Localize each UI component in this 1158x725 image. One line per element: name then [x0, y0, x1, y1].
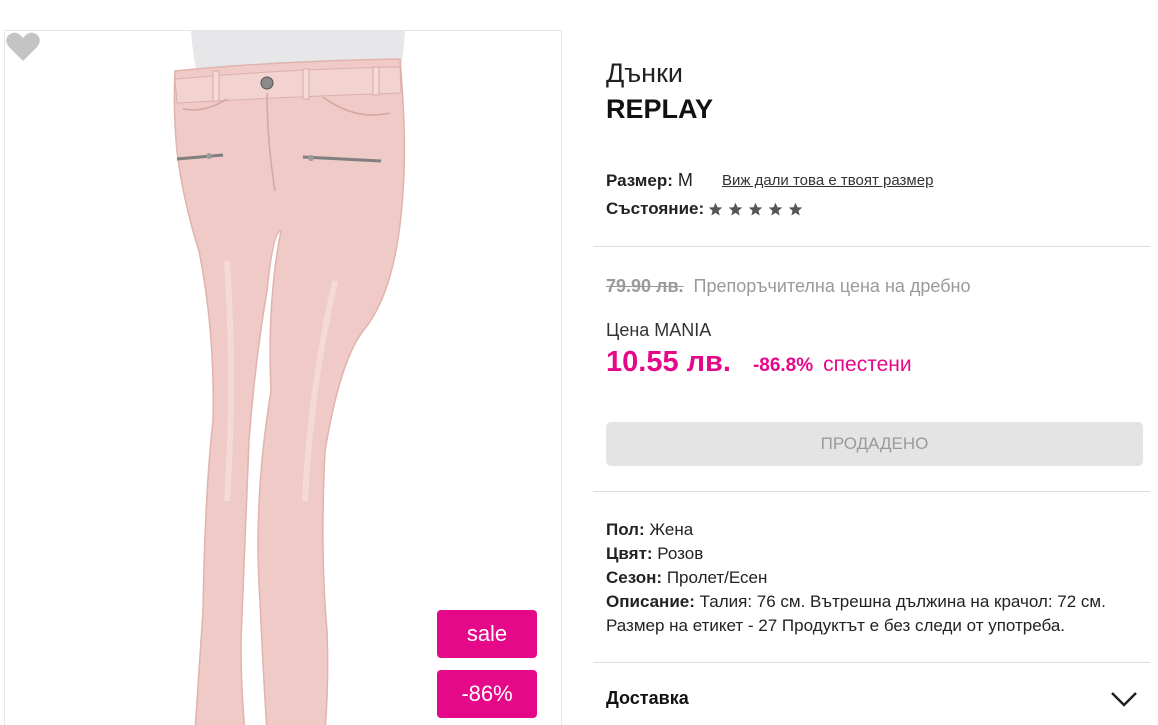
- delivery-section-title[interactable]: Доставка: [606, 688, 689, 709]
- chevron-down-icon[interactable]: [1110, 690, 1138, 708]
- product-brand: REPLAY: [606, 94, 714, 124]
- attr-color: Цвят: Розов: [606, 542, 703, 566]
- condition-row: Състояние:: [606, 199, 803, 219]
- attr-season-value: Пролет/Есен: [666, 568, 768, 587]
- mania-price-label: Цена MANIA: [606, 320, 712, 340]
- old-price-row: 79.90 лв. Препоръчителна цена на дребно: [606, 276, 970, 297]
- size-row: Размер: M: [606, 170, 693, 191]
- divider: [593, 491, 1150, 492]
- heart-icon[interactable]: [5, 31, 41, 63]
- divider: [593, 662, 1150, 663]
- condition-rating: [708, 202, 803, 217]
- product-image-panel[interactable]: sale -86%: [4, 30, 562, 725]
- product-details: Дънки REPLAY Размер: M Виж дали това е т…: [593, 0, 1158, 725]
- size-label: Размер:: [606, 170, 673, 190]
- divider: [593, 246, 1150, 247]
- old-price-note: Препоръчителна цена на дребно: [693, 276, 971, 296]
- saved-label: спестени: [823, 353, 912, 376]
- product-category: Дънки: [606, 58, 683, 88]
- star-icon: [768, 202, 783, 215]
- condition-label: Състояние:: [606, 199, 705, 218]
- star-icon: [708, 202, 723, 215]
- size-value: M: [677, 170, 693, 190]
- attr-description: Описание: Талия: 76 см. Вътрешна дължина…: [606, 590, 1151, 638]
- attr-gender: Пол: Жена: [606, 518, 693, 542]
- sale-badge: sale: [437, 610, 537, 658]
- attr-gender-value: Жена: [649, 520, 694, 539]
- attr-color-label: Цвят:: [606, 544, 653, 563]
- attr-color-value: Розов: [657, 544, 704, 563]
- attr-season-label: Сезон:: [606, 568, 663, 587]
- price-row: 10.55 лв. -86.8% спестени: [606, 346, 912, 379]
- discount-badge: -86%: [437, 670, 537, 718]
- discount-percent: -86.8%: [752, 355, 814, 376]
- attr-season: Сезон: Пролет/Есен: [606, 566, 767, 590]
- attr-description-label: Описание:: [606, 592, 695, 611]
- star-icon: [788, 202, 803, 215]
- attr-gender-label: Пол:: [606, 520, 645, 539]
- star-icon: [728, 202, 743, 215]
- current-price: 10.55 лв.: [606, 346, 731, 378]
- old-price: 79.90 лв.: [606, 276, 684, 296]
- size-guide-link[interactable]: Виж дали това е твоят размер: [722, 172, 933, 189]
- star-icon: [748, 202, 763, 215]
- sold-out-button[interactable]: ПРОДАДЕНО: [606, 422, 1143, 466]
